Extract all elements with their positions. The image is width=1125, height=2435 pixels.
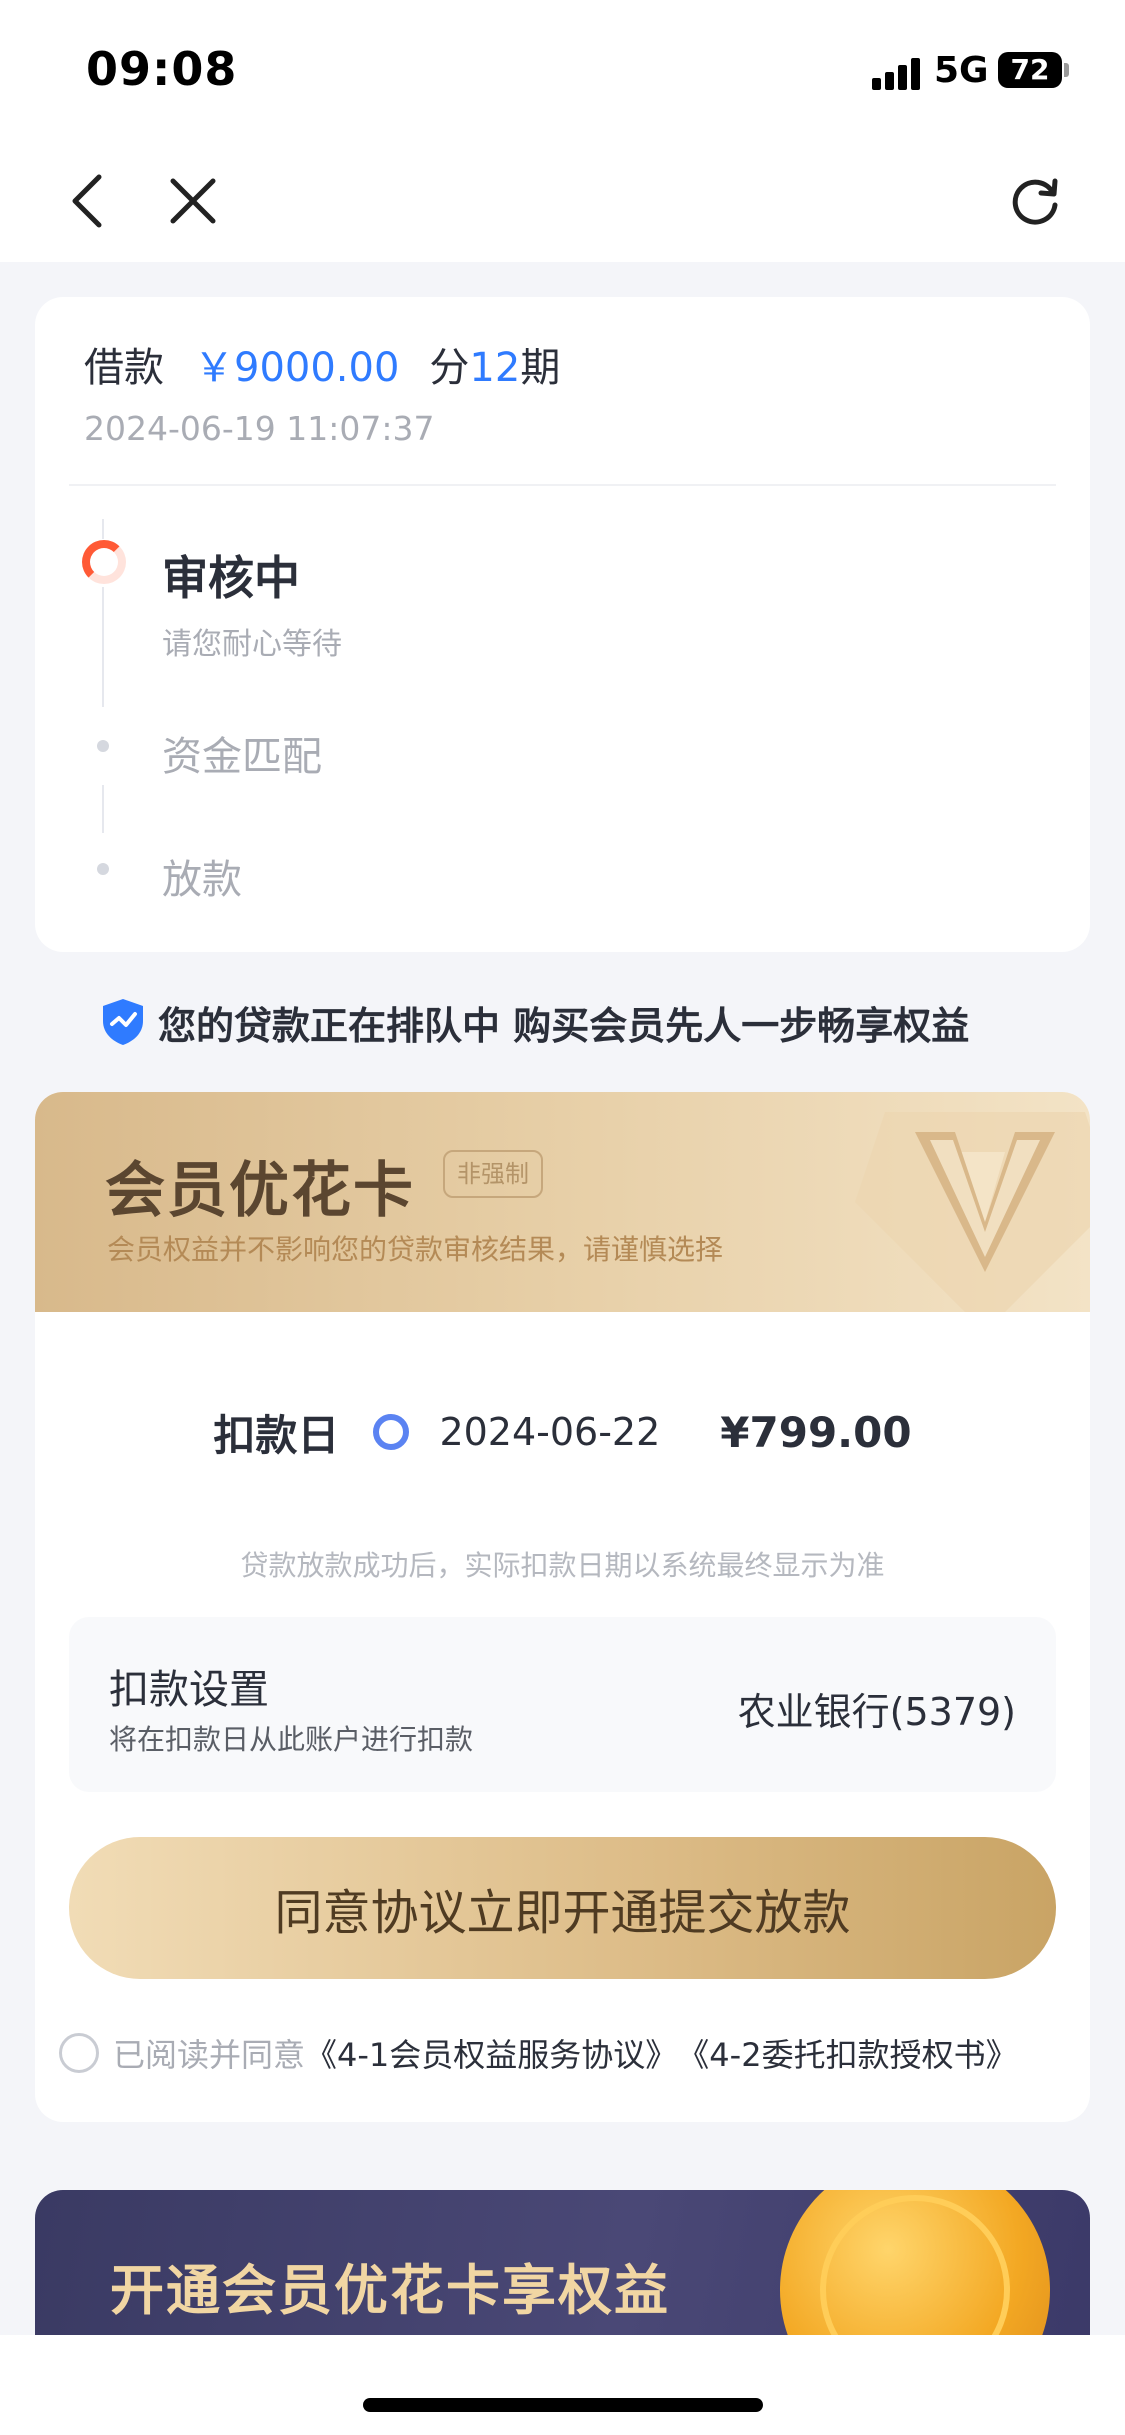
loan-label: 借款 xyxy=(84,345,164,391)
v-gem-icon xyxy=(855,1112,1090,1312)
step-review-subtitle: 请您耐心等待 xyxy=(162,627,342,662)
queue-notice: 您的贷款正在排队中 购买会员先人一步畅享权益 xyxy=(100,992,969,1052)
loading-spinner-icon xyxy=(82,540,126,584)
agreement-checkbox[interactable] xyxy=(59,2033,99,2073)
queue-notice-text: 您的贷款正在排队中 购买会员先人一步畅享权益 xyxy=(158,1003,970,1048)
home-indicator[interactable] xyxy=(363,2398,763,2412)
battery-tip xyxy=(1064,63,1069,77)
promo-title: 开通会员优花卡享权益 xyxy=(110,2259,670,2322)
submit-loan-button[interactable]: 同意协议立即开通提交放款 xyxy=(69,1837,1056,1979)
battery-icon: 72 xyxy=(998,52,1062,88)
close-icon xyxy=(170,178,216,224)
deduction-settings-title: 扣款设置 xyxy=(109,1667,269,1713)
divider xyxy=(69,484,1056,486)
loan-summary: 借款 ￥9000.00 分12期 xyxy=(84,335,560,393)
step-connector xyxy=(102,785,104,833)
deduction-row: 扣款日 2024-06-22 ¥799.00 xyxy=(35,1392,1090,1472)
bottom-safe-area xyxy=(0,2335,1125,2435)
loan-timestamp: 2024-06-19 11:07:37 xyxy=(84,409,435,448)
network-label: 5G xyxy=(934,50,989,91)
step-dot xyxy=(97,740,109,752)
status-time: 09:08 xyxy=(86,42,238,96)
installments-count: 12 xyxy=(469,345,521,391)
step-connector xyxy=(102,587,104,707)
deduction-note: 贷款放款成功后，实际扣款日期以系统最终显示为准 xyxy=(240,1549,885,1582)
loan-status-card: 借款 ￥9000.00 分12期 2024-06-19 11:07:37 审核中 请… xyxy=(35,297,1090,952)
agreement-row: 已阅读并同意 《4-1会员权益服务协议》 《4-2委托扣款授权书》 xyxy=(59,2027,1018,2079)
installments-prefix: 分 xyxy=(429,345,470,391)
agreement-prefix: 已阅读并同意 xyxy=(113,2036,306,2074)
status-bar: 09:08 5G 72 xyxy=(0,0,1125,140)
membership-banner: 会员优花卡 非强制 会员权益并不影响您的贷款审核结果，请谨慎选择 xyxy=(35,1092,1090,1312)
signal-icon xyxy=(872,56,920,90)
shield-check-icon xyxy=(103,999,143,1045)
loan-amount: ￥9000.00 xyxy=(194,345,400,391)
step-disburse-title: 放款 xyxy=(162,857,242,903)
deduction-settings[interactable]: 扣款设置 将在扣款日从此账户进行扣款 农业银行(5379) xyxy=(69,1617,1056,1792)
step-dot xyxy=(97,863,109,875)
refresh-icon xyxy=(1012,178,1058,225)
step-connector xyxy=(102,519,104,539)
membership-card: 会员优花卡 非强制 会员权益并不影响您的贷款审核结果，请谨慎选择 扣款日 202… xyxy=(35,1092,1090,2122)
membership-disclaimer: 会员权益并不影响您的贷款审核结果，请谨慎选择 xyxy=(107,1233,724,1266)
debit-authorization-link[interactable]: 《4-2委托扣款授权书》 xyxy=(677,2030,1017,2076)
close-button[interactable] xyxy=(148,140,238,262)
deduction-day-label: 扣款日 xyxy=(213,1410,340,1460)
optional-tag: 非强制 xyxy=(443,1150,543,1198)
bank-account[interactable]: 农业银行(5379) xyxy=(738,1681,1016,1736)
back-button[interactable] xyxy=(42,140,132,262)
nav-bar xyxy=(0,140,1125,262)
step-review-title: 审核中 xyxy=(162,551,300,605)
deduction-date: 2024-06-22 xyxy=(439,1410,661,1454)
deduction-amount: ¥799.00 xyxy=(720,1407,912,1457)
installments-suffix: 期 xyxy=(520,345,561,391)
membership-title: 会员优花卡 xyxy=(105,1156,415,1226)
deduction-date-radio[interactable] xyxy=(373,1414,410,1450)
membership-service-agreement-link[interactable]: 《4-1会员权益服务协议》 xyxy=(305,2030,677,2076)
chevron-left-icon xyxy=(72,174,102,228)
refresh-button[interactable] xyxy=(990,140,1080,262)
page: 09:08 5G 72 借款 ￥9000.00 分12期 2024-06-19 … xyxy=(0,0,1125,2435)
step-funding-title: 资金匹配 xyxy=(162,734,322,780)
deduction-settings-subtitle: 将在扣款日从此账户进行扣款 xyxy=(109,1723,474,1756)
